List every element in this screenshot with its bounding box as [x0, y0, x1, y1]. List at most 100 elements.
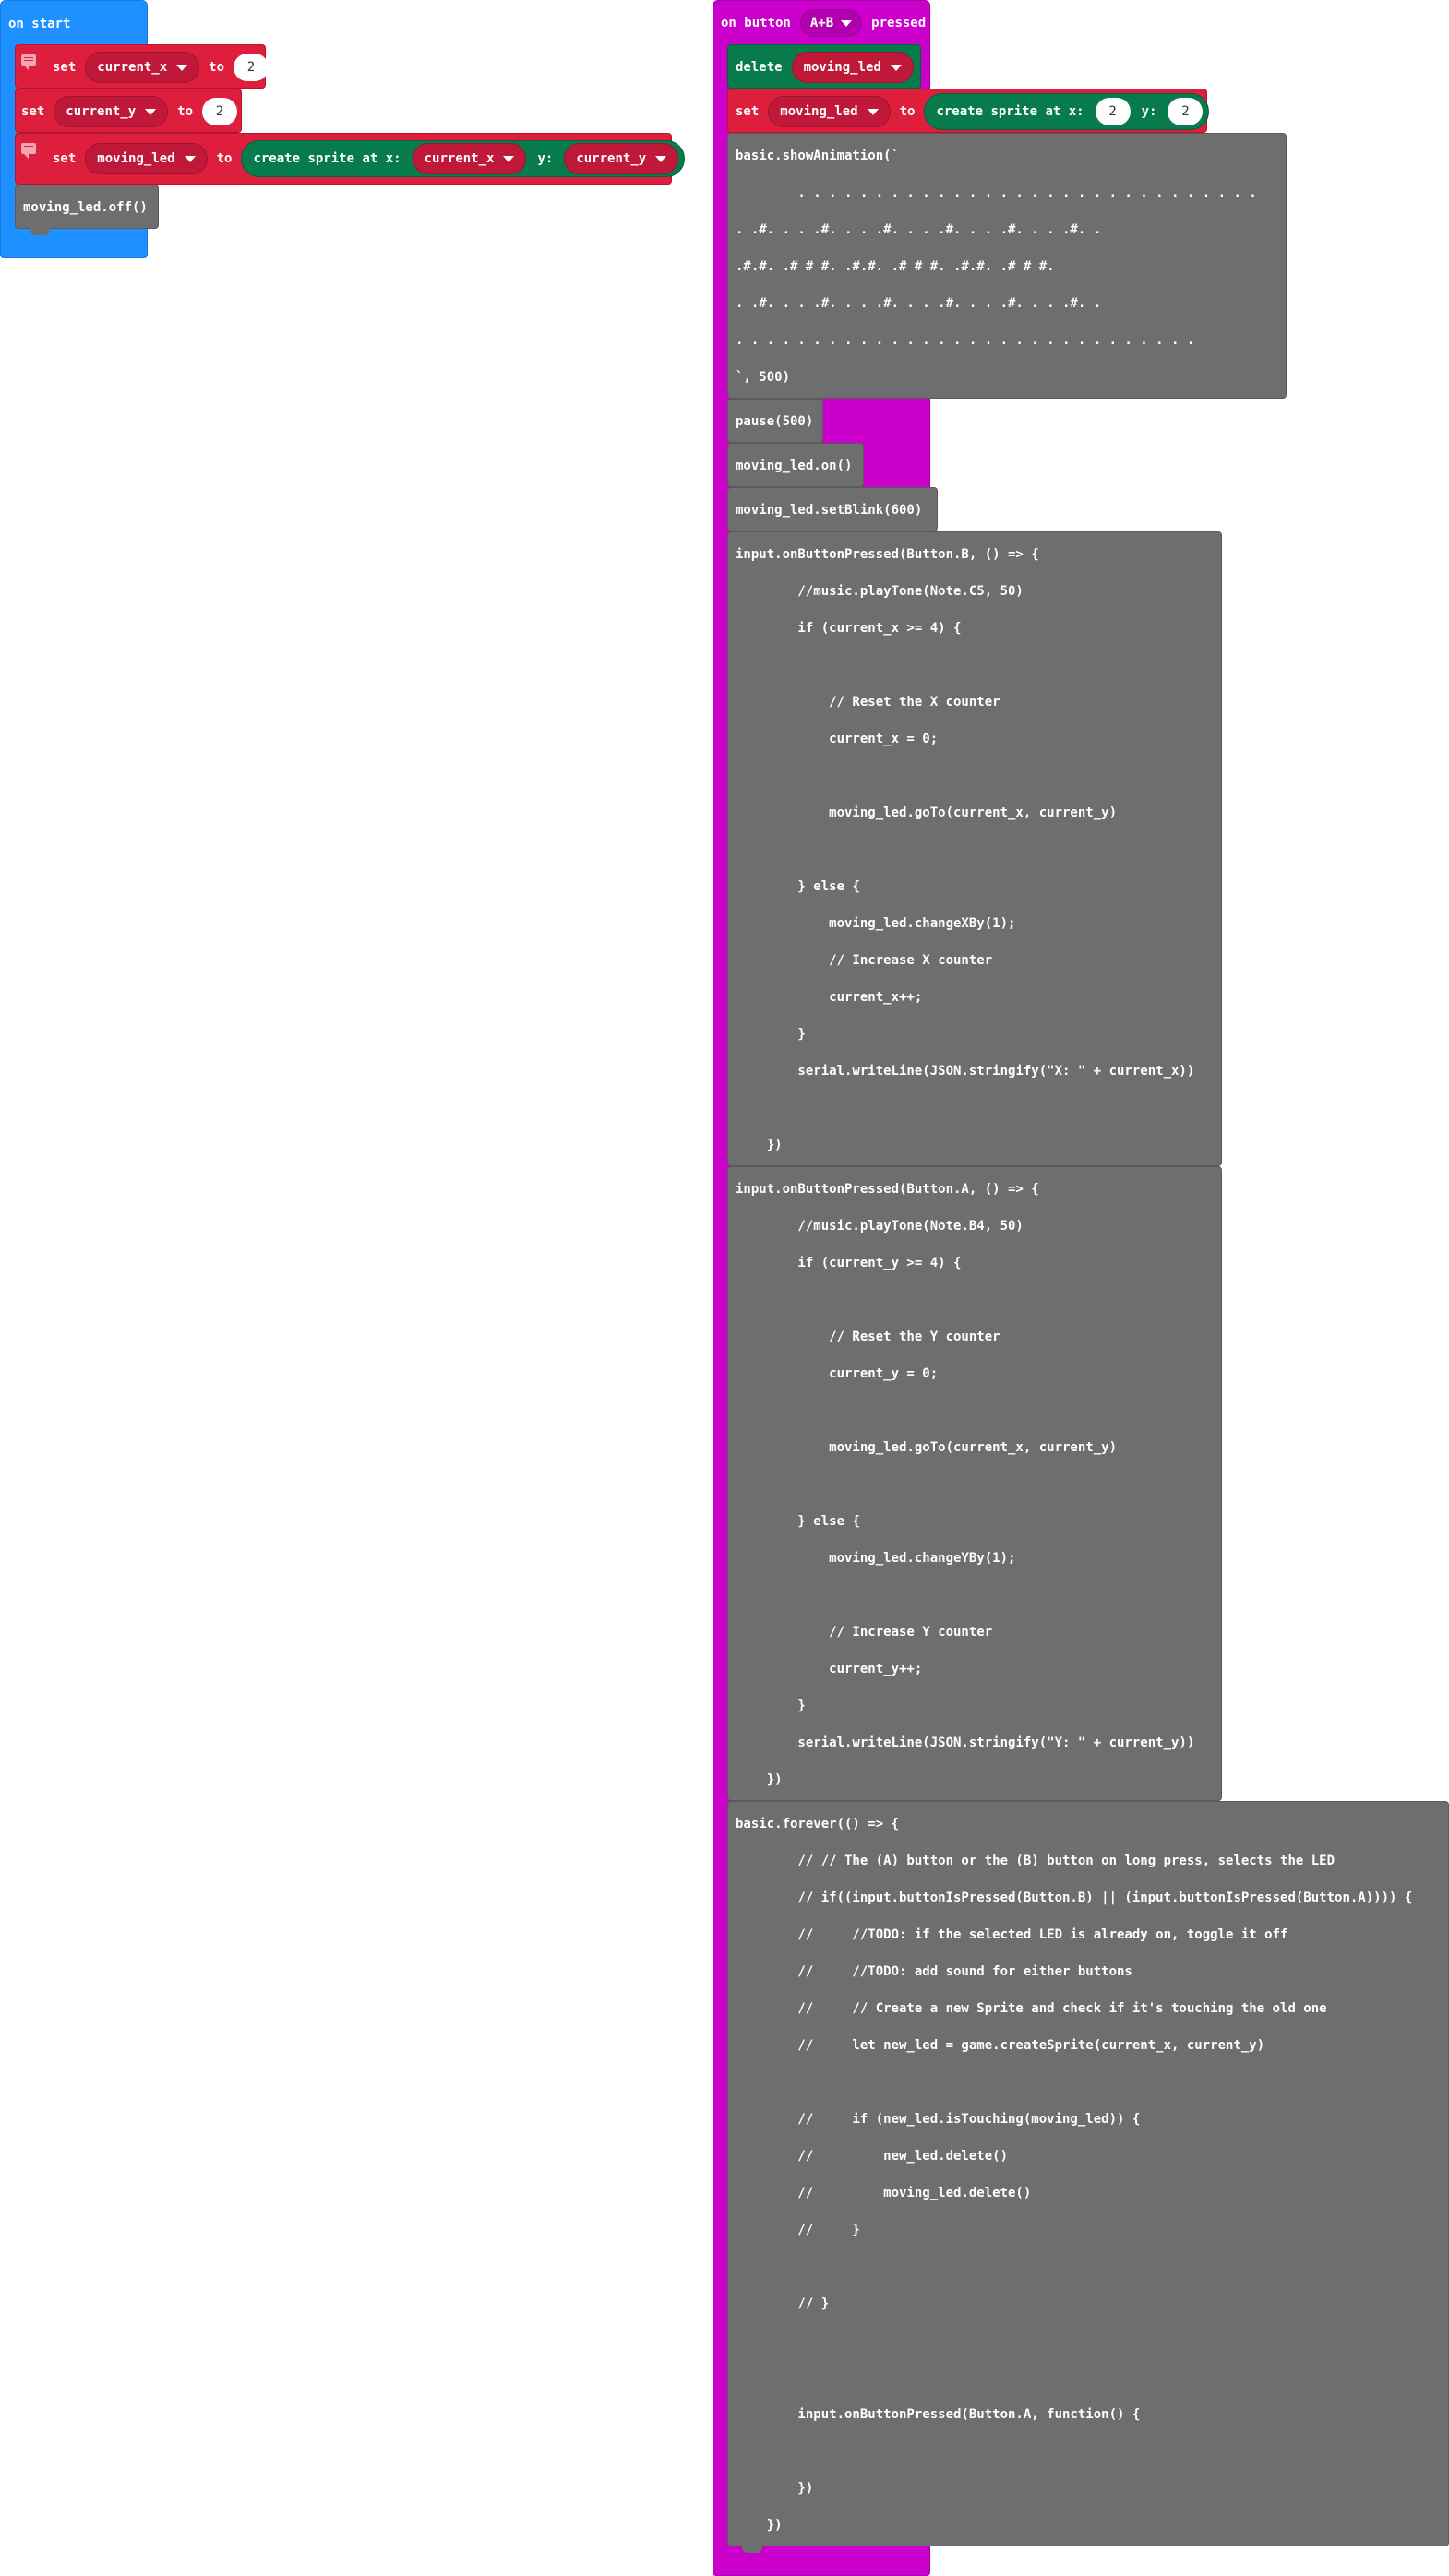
- variable-name: moving_led: [97, 151, 175, 166]
- delete-sprite-block[interactable]: delete moving_led: [727, 44, 921, 89]
- chevron-down-icon: [655, 155, 667, 162]
- code-line: moving_led.changeXBy(1);: [736, 916, 1016, 931]
- comment-icon[interactable]: [21, 143, 36, 159]
- on-start-label: on start: [8, 17, 71, 31]
- code-line: basic.showAnimation(`: [736, 149, 900, 163]
- set-blink-code-block[interactable]: moving_led.setBlink(600): [727, 487, 938, 531]
- variable-name: moving_led: [803, 60, 881, 75]
- number-input[interactable]: 2: [234, 54, 269, 81]
- set-current-x-block[interactable]: set current_x to 2: [15, 44, 269, 89]
- js-code-block[interactable]: moving_led.off(): [15, 185, 159, 229]
- code-line: }): [736, 1772, 783, 1787]
- set-keyword: set: [53, 60, 77, 75]
- set-keyword: set: [53, 151, 77, 166]
- code-line: // //TODO: add sound for either buttons: [736, 1964, 1132, 1979]
- code-line: // // Create a new Sprite and check if i…: [736, 2001, 1327, 2016]
- comment-icon[interactable]: [21, 54, 36, 70]
- code-line: moving_led.goTo(current_x, current_y): [736, 805, 1118, 820]
- y-label: y:: [537, 151, 554, 166]
- code-line: . .#. . . .#. . . .#. . . .#. . . .#. . …: [736, 222, 1102, 237]
- code-line: serial.writeLine(JSON.stringify("X: " + …: [736, 1064, 1195, 1079]
- to-keyword: to: [209, 60, 225, 75]
- code-line: }: [736, 1699, 806, 1713]
- button-option: A+B: [809, 16, 834, 30]
- create-sprite-block[interactable]: create sprite at x: 2 y: 2: [924, 93, 1210, 130]
- led-on-code-block[interactable]: moving_led.on(): [727, 443, 864, 487]
- code-line: current_y = 0;: [736, 1366, 939, 1381]
- variable-name: moving_led: [780, 104, 858, 119]
- code-line: moving_led.goTo(current_x, current_y): [736, 1440, 1118, 1455]
- set-current-y-block[interactable]: set current_y to 2: [15, 89, 242, 133]
- code-line: pause(500): [736, 414, 814, 429]
- pause-code-block[interactable]: pause(500): [727, 399, 823, 443]
- code-line: serial.writeLine(JSON.stringify("Y: " + …: [736, 1735, 1195, 1750]
- block-notch: [742, 2546, 762, 2553]
- chevron-down-icon: [841, 19, 853, 27]
- code-line: // Increase X counter: [736, 953, 993, 968]
- code-line: // //TODO: if the selected LED is alread…: [736, 1927, 1288, 1942]
- code-line: . . . . . . . . . . . . . . . . . . . . …: [736, 185, 1257, 200]
- create-sprite-block[interactable]: create sprite at x: current_x y: current…: [241, 140, 686, 177]
- button-a-code-block[interactable]: input.onButtonPressed(Button.A, () => { …: [727, 1166, 1222, 1801]
- create-sprite-label: create sprite at x:: [936, 104, 1084, 119]
- code-line: `, 500): [736, 370, 791, 385]
- code-line: }): [736, 1138, 783, 1152]
- chevron-down-icon: [145, 108, 157, 115]
- code-line: // Increase Y counter: [736, 1625, 993, 1640]
- code-line: //music.playTone(Note.B4, 50): [736, 1219, 1024, 1234]
- variable-name: current_x: [97, 60, 168, 75]
- code-line: input.onButtonPressed(Button.A, function…: [736, 2407, 1141, 2422]
- button-b-code-block[interactable]: input.onButtonPressed(Button.B, () => { …: [727, 531, 1222, 1166]
- code-line: } else {: [736, 879, 860, 894]
- code-line: // // The (A) button or the (B) button o…: [736, 1854, 1335, 1868]
- to-keyword: to: [216, 151, 233, 166]
- code-line: current_x++;: [736, 990, 923, 1005]
- code-line: }: [736, 1027, 806, 1042]
- set-keyword: set: [21, 104, 45, 119]
- variable-dropdown[interactable]: moving_led: [85, 143, 208, 174]
- set-moving-led-block[interactable]: set moving_led to create sprite at x: cu…: [15, 133, 686, 185]
- code-line: // }: [736, 2223, 860, 2237]
- chevron-down-icon: [184, 155, 196, 162]
- code-line: // new_led.delete(): [736, 2149, 1009, 2164]
- forever-code-block[interactable]: basic.forever(() => { // // The (A) butt…: [727, 1801, 1449, 2546]
- y-variable-dropdown[interactable]: current_y: [564, 143, 679, 174]
- y-number-input[interactable]: 2: [1168, 98, 1204, 125]
- code-line: }): [736, 2518, 783, 2533]
- code-line: //music.playTone(Note.C5, 50): [736, 584, 1024, 599]
- create-sprite-label: create sprite at x:: [253, 151, 401, 166]
- code-line: } else {: [736, 1514, 860, 1529]
- code-line: // if (new_led.isTouching(moving_led)) {: [736, 2112, 1141, 2127]
- code-line: // if((input.buttonIsPressed(Button.B) |…: [736, 1890, 1413, 1905]
- code-line: input.onButtonPressed(Button.B, () => {: [736, 547, 1039, 562]
- code-line: if (current_y >= 4) {: [736, 1256, 962, 1270]
- variable-name: current_x: [424, 151, 495, 166]
- block-notch: [30, 228, 50, 235]
- variable-dropdown[interactable]: moving_led: [791, 52, 914, 83]
- variable-dropdown[interactable]: current_y: [54, 96, 169, 127]
- number-input[interactable]: 2: [202, 98, 238, 125]
- to-keyword: to: [899, 104, 916, 119]
- code-line: // Reset the X counter: [736, 695, 1000, 710]
- to-keyword: to: [177, 104, 194, 119]
- set-moving-led-block[interactable]: set moving_led to create sprite at x: 2 …: [727, 89, 1210, 133]
- code-line: moving_led.off(): [23, 200, 148, 215]
- variable-name: current_y: [66, 104, 137, 119]
- code-line: moving_led.setBlink(600): [736, 503, 923, 518]
- variable-dropdown[interactable]: current_x: [85, 52, 200, 83]
- button-dropdown[interactable]: A+B: [799, 9, 863, 37]
- code-line: . . . . . . . . . . . . . . . . . . . . …: [736, 333, 1195, 348]
- code-line: // Reset the Y counter: [736, 1330, 1000, 1344]
- variable-name: current_y: [576, 151, 647, 166]
- pressed-label: pressed: [871, 16, 927, 30]
- code-line: moving_led.on(): [736, 459, 853, 473]
- code-line: }): [736, 2481, 814, 2496]
- x-variable-dropdown[interactable]: current_x: [412, 143, 527, 174]
- show-animation-code-block[interactable]: basic.showAnimation(` . . . . . . . . . …: [727, 133, 1287, 399]
- code-line: // let new_led = game.createSprite(curre…: [736, 2038, 1265, 2053]
- code-line: current_y++;: [736, 1662, 923, 1676]
- variable-dropdown[interactable]: moving_led: [768, 96, 891, 127]
- chevron-down-icon: [176, 64, 188, 71]
- x-number-input[interactable]: 2: [1095, 98, 1131, 125]
- delete-keyword: delete: [736, 60, 783, 75]
